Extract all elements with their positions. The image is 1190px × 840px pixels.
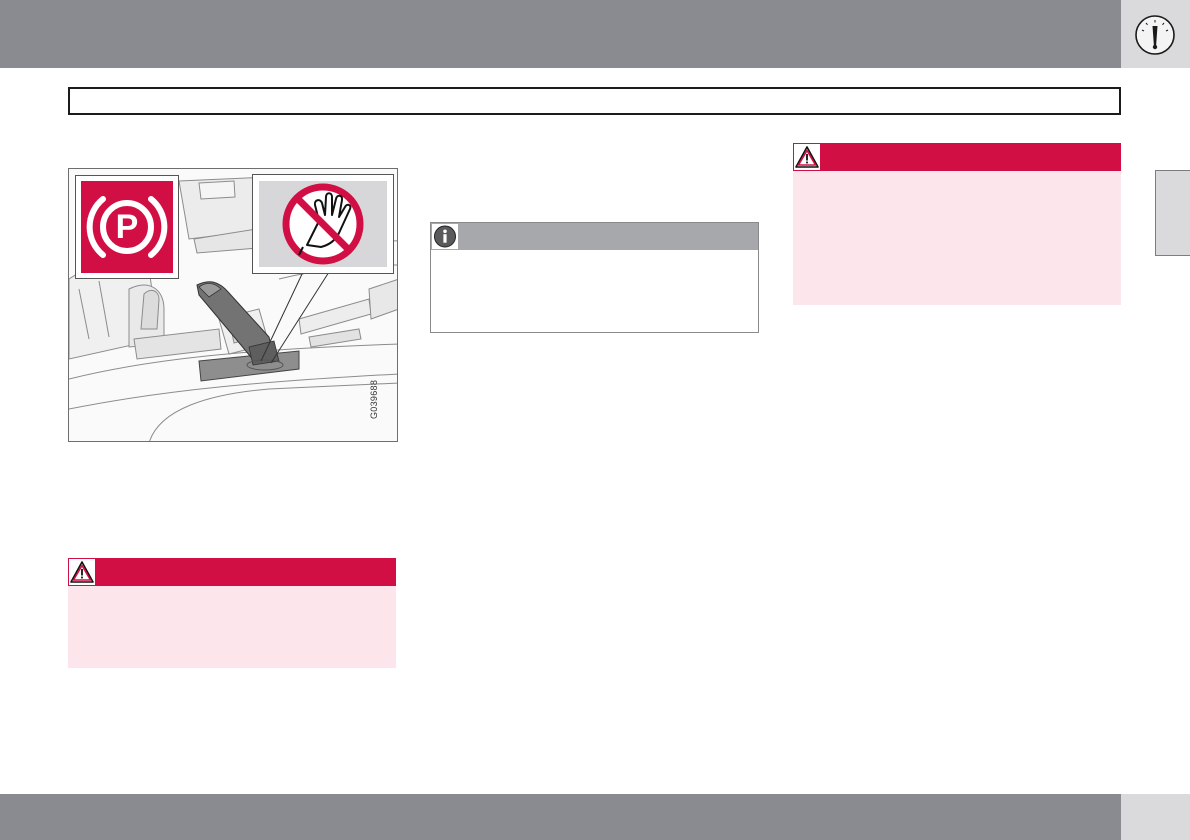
warning-triangle-icon <box>70 561 94 583</box>
footer-band <box>0 794 1121 840</box>
warning-header <box>793 143 1121 171</box>
no-hands-inset <box>252 174 394 274</box>
parking-brake-figure: P G039688 <box>68 168 398 442</box>
no-hands-icon <box>282 183 364 265</box>
warning-triangle-icon <box>795 146 819 168</box>
footer-page-corner <box>1121 794 1190 840</box>
figure-code: G039688 <box>369 379 379 419</box>
parking-brake-symbol-letter: P <box>115 208 139 246</box>
warning-callout-right <box>793 143 1121 305</box>
parking-brake-symbol-inset: P <box>75 175 179 279</box>
info-callout <box>430 222 759 333</box>
speedometer-gauge-icon <box>1135 15 1175 55</box>
chapter-tab[interactable] <box>1155 170 1190 256</box>
header-band <box>0 0 1121 68</box>
section-title-box <box>68 87 1121 115</box>
warning-callout-left <box>68 558 396 668</box>
info-circle-icon <box>434 225 456 248</box>
info-header <box>431 223 758 250</box>
warning-header <box>68 558 396 586</box>
